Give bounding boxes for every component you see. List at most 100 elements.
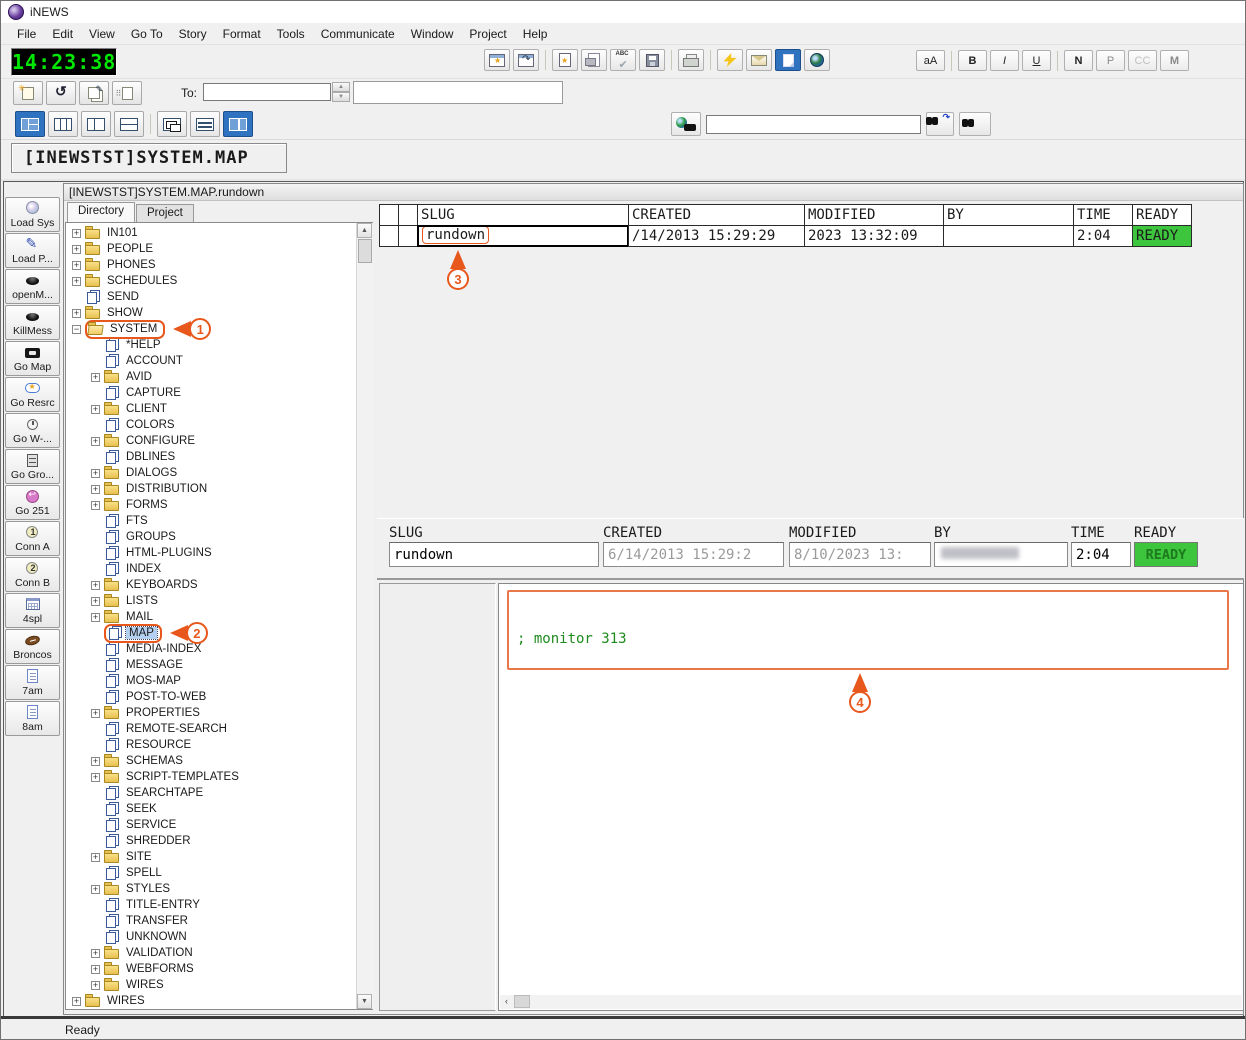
tree-item-mos-map[interactable]: MOS-MAP	[66, 673, 355, 689]
sidebar-button-killmess[interactable]: KillMess	[5, 305, 60, 340]
search-scope-button[interactable]	[671, 112, 701, 136]
menu-go-to[interactable]: Go To	[123, 25, 171, 43]
layout-2pane-button[interactable]	[223, 111, 253, 137]
tree-item-resource[interactable]: RESOURCE	[66, 737, 355, 753]
sidebar-button-4spl[interactable]: 4spl	[5, 593, 60, 628]
menu-story[interactable]: Story	[171, 25, 215, 43]
tree-item-groups[interactable]: GROUPS	[66, 529, 355, 545]
tree-expander-icon[interactable]: +	[72, 245, 81, 254]
tree-item-wires[interactable]: +WIRES	[66, 977, 355, 993]
tree-item-spell[interactable]: SPELL	[66, 865, 355, 881]
sidebar-button-load-sys[interactable]: Load Sys	[5, 197, 60, 232]
tree-expander-icon[interactable]: +	[72, 277, 81, 286]
tree-item-send[interactable]: SEND	[66, 289, 355, 305]
tree-expander-icon[interactable]: −	[72, 325, 81, 334]
editor-hscrollbar[interactable]: ‹	[500, 995, 1242, 1009]
story-editor[interactable]: ; monitor 313 SHOW.ZD_DEV_RUNDOWN.rundow…	[498, 583, 1244, 1011]
sidebar-button-go-map[interactable]: Go Map	[5, 341, 60, 376]
tree-item-capture[interactable]: CAPTURE	[66, 385, 355, 401]
window-forward-button[interactable]	[513, 49, 539, 71]
tree-item-dialogs[interactable]: +DIALOGS	[66, 465, 355, 481]
tree-expander-icon[interactable]: +	[91, 469, 100, 478]
tree-item-keyboards[interactable]: +KEYBOARDS	[66, 577, 355, 593]
tree-item-show[interactable]: +SHOW	[66, 305, 355, 321]
tree-item-colors[interactable]: COLORS	[66, 417, 355, 433]
tree-item-index[interactable]: INDEX	[66, 561, 355, 577]
tree-expander-icon[interactable]: +	[91, 581, 100, 590]
tree-item-people[interactable]: +PEOPLE	[66, 241, 355, 257]
header-ready[interactable]: READY	[1132, 204, 1192, 226]
find-button[interactable]	[959, 112, 991, 136]
spellcheck-button[interactable]	[610, 49, 636, 71]
layout-2col-button[interactable]	[81, 111, 111, 137]
form-input-modified[interactable]	[789, 542, 931, 567]
format-button-u[interactable]: U	[1022, 50, 1051, 71]
tree-expander-icon[interactable]: +	[91, 501, 100, 510]
sidebar-button-go-gro[interactable]: Go Gro...	[5, 449, 60, 484]
sidebar-button-conn-b[interactable]: Conn B	[5, 557, 60, 592]
tree-item-properties[interactable]: +PROPERTIES	[66, 705, 355, 721]
sidebar-button-go-resrc[interactable]: Go Resrc	[5, 377, 60, 412]
tree-item-html-plugins[interactable]: HTML-PLUGINS	[66, 545, 355, 561]
tree-item-searchtape[interactable]: SEARCHTAPE	[66, 785, 355, 801]
new-note-button[interactable]	[13, 81, 43, 105]
layout-cascade-button[interactable]	[157, 111, 187, 137]
tree-expander-icon[interactable]: +	[91, 613, 100, 622]
header-created[interactable]: CREATED	[628, 204, 805, 226]
hscroll-thumb[interactable]	[514, 995, 530, 1008]
form-input-slug[interactable]	[389, 542, 599, 567]
scroll-left-icon[interactable]: ‹	[500, 995, 513, 1008]
format-button-n[interactable]: N	[1064, 50, 1093, 71]
tree-item-unknown[interactable]: UNKNOWN	[66, 929, 355, 945]
ready-button[interactable]: READY	[1134, 542, 1198, 567]
printer-button[interactable]	[678, 49, 704, 71]
format-button-i[interactable]: I	[990, 50, 1019, 71]
tree-item-help[interactable]: *HELP	[66, 337, 355, 353]
tree-expander-icon[interactable]: +	[91, 597, 100, 606]
sidebar-button-load-p[interactable]: Load P...	[5, 233, 60, 268]
sidebar-button-broncos[interactable]: Broncos	[5, 629, 60, 664]
menu-help[interactable]: Help	[515, 25, 556, 43]
tree-item-avid[interactable]: +AVID	[66, 369, 355, 385]
tree-item-post-to-web[interactable]: POST-TO-WEB	[66, 689, 355, 705]
workspace-tab[interactable]: [INEWSTST]SYSTEM.MAP	[11, 143, 287, 173]
scroll-down-icon[interactable]: ▼	[357, 994, 372, 1009]
to-input[interactable]	[203, 83, 331, 101]
format-button-b[interactable]: B	[958, 50, 987, 71]
tree-item-service[interactable]: SERVICE	[66, 817, 355, 833]
tree-item-title-entry[interactable]: TITLE-ENTRY	[66, 897, 355, 913]
tree-item-validation[interactable]: +VALIDATION	[66, 945, 355, 961]
tree-expander-icon[interactable]: +	[91, 981, 100, 990]
save-button[interactable]	[639, 49, 665, 71]
tree-expander-icon[interactable]: +	[72, 261, 81, 270]
copy-notes-button[interactable]	[79, 81, 109, 105]
tree-expander-icon[interactable]: +	[91, 405, 100, 414]
window-star-button[interactable]	[484, 49, 510, 71]
sidebar-button-go-w[interactable]: Go W-...	[5, 413, 60, 448]
format-button-aa[interactable]: aA	[916, 50, 945, 71]
lightning-button[interactable]	[717, 49, 743, 71]
menu-edit[interactable]: Edit	[44, 25, 81, 43]
tree-item-wires[interactable]: +WIRES	[66, 993, 355, 1009]
menu-format[interactable]: Format	[215, 25, 269, 43]
spinner-down-icon[interactable]: ▼	[332, 92, 350, 102]
tree-item-map[interactable]: MAP2	[66, 625, 355, 641]
format-button-m[interactable]: M	[1160, 50, 1189, 71]
to-spinner[interactable]: ▲ ▼	[332, 82, 350, 103]
tree-item-transfer[interactable]: TRANSFER	[66, 913, 355, 929]
tree-expander-icon[interactable]: +	[91, 949, 100, 958]
tree-item-distribution[interactable]: +DISTRIBUTION	[66, 481, 355, 497]
layout-stack-button[interactable]	[190, 111, 220, 137]
tree-expander-icon[interactable]: +	[91, 773, 100, 782]
tree-item-script-templates[interactable]: +SCRIPT-TEMPLATES	[66, 769, 355, 785]
tree-item-forms[interactable]: +FORMS	[66, 497, 355, 513]
tree-expander-icon[interactable]: +	[91, 885, 100, 894]
menu-tools[interactable]: Tools	[269, 25, 313, 43]
form-input-by[interactable]	[934, 542, 1068, 567]
queue-table-row[interactable]: rundown /14/2013 15:29:29 2023 13:32:09 …	[379, 225, 1192, 247]
mail-button[interactable]	[746, 49, 772, 71]
menu-window[interactable]: Window	[403, 25, 462, 43]
form-input-created[interactable]	[603, 542, 784, 567]
form-input-time[interactable]	[1071, 542, 1131, 567]
header-slug[interactable]: SLUG	[417, 204, 629, 226]
